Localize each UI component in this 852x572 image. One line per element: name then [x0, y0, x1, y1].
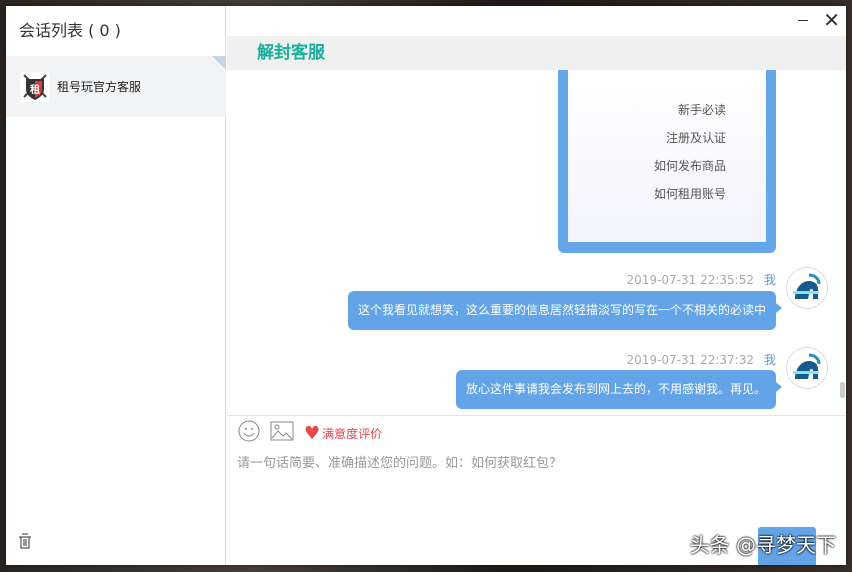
rating-label: 满意度评价 — [322, 426, 383, 441]
help-card-message: 新手必读 注册及认证 如何发布商品 如何租用账号 — [558, 70, 776, 253]
help-link[interactable]: 如何租用账号 — [568, 180, 726, 208]
conversation-item[interactable]: 租 租号玩官方客服 — [6, 56, 226, 117]
avatar — [786, 347, 828, 389]
image-icon[interactable] — [270, 421, 294, 445]
message-bubble: 放心这件事请我会发布到网上去的，不用感谢我。再见。 — [455, 370, 783, 409]
message-time: 2019-07-31 22:35:52 — [626, 273, 754, 287]
shield-logo-icon: 租 — [20, 71, 50, 102]
conversation-name: 租号玩官方客服 — [57, 80, 142, 94]
conversation-sidebar: 会话列表 ( 0 ) 租 租号玩官方客服 — [6, 6, 226, 565]
heart-icon: ♥ — [304, 422, 321, 444]
close-icon[interactable]: ✕ — [823, 9, 840, 31]
help-link[interactable]: 注册及认证 — [568, 124, 726, 152]
message-list: 新手必读 注册及认证 如何发布商品 如何租用账号 2019-07-31 22:3… — [227, 70, 846, 415]
message-time: 2019-07-31 22:37:32 — [626, 353, 754, 367]
help-link[interactable]: 如何发布商品 — [568, 152, 726, 180]
message-meta: 2019-07-31 22:35:52 我 — [627, 271, 776, 288]
trash-icon[interactable] — [18, 533, 32, 553]
message-meta: 2019-07-31 22:37:32 我 — [627, 351, 776, 368]
scrollbar[interactable] — [840, 382, 845, 398]
chat-panel: ✕ 解封客服 新手必读 注册及认证 如何发布商品 如何租用账号 2019-07-… — [227, 6, 846, 565]
rating-button[interactable]: ♥ 满意度评价 — [304, 423, 382, 444]
avatar — [786, 267, 828, 309]
help-link[interactable]: 新手必读 — [568, 96, 726, 124]
sidebar-title: 会话列表 ( 0 ) — [19, 21, 121, 40]
watermark: 头条 @寻梦天下 — [689, 533, 836, 557]
emoji-icon[interactable] — [238, 420, 260, 446]
svg-text:租: 租 — [30, 83, 40, 96]
message-bubble: 这个我看见就想笑，这么重要的信息居然轻描淡写的写在一个不相关的必读中 — [347, 291, 783, 330]
minimize-icon[interactable] — [798, 20, 808, 21]
message-input[interactable]: 请一句话简要、准确描述您的问题。如：如何获取红包？ — [227, 452, 846, 471]
message-sender: 我 — [763, 273, 776, 287]
chat-window: 会话列表 ( 0 ) 租 租号玩官方客服 ✕ 解封客服 新手必读 注册及认证 如… — [6, 6, 846, 565]
message-sender: 我 — [763, 353, 776, 367]
chat-title: 解封客服 — [227, 36, 846, 70]
